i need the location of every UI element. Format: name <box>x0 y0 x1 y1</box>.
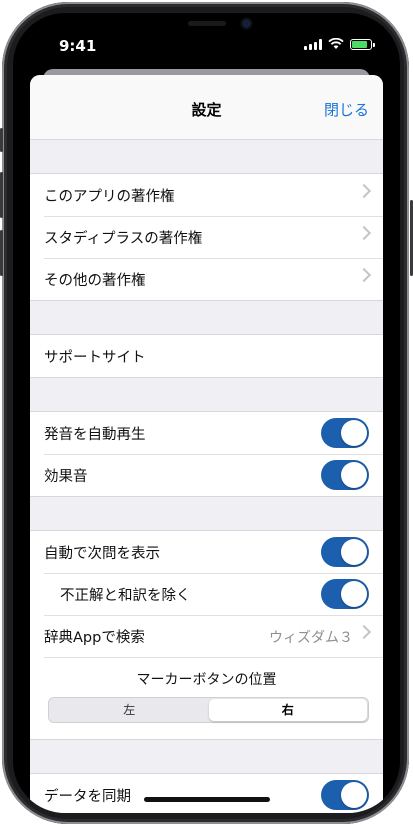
chevron-right-icon <box>356 183 372 199</box>
segment-left[interactable]: 左 <box>50 699 209 721</box>
volume-down-button <box>0 230 3 276</box>
row-label: サポートサイト <box>44 349 146 366</box>
camera-icon <box>242 19 251 28</box>
silent-switch <box>0 128 3 152</box>
support-group: サポートサイト <box>30 334 383 378</box>
copyright-other-row[interactable]: その他の著作権 <box>30 258 383 300</box>
chevron-right-icon <box>356 267 372 283</box>
row-label: 不正解と和訳を除く <box>60 587 191 604</box>
close-button[interactable]: 閉じる <box>324 99 369 120</box>
row-label: 自動で次問を表示 <box>44 545 160 562</box>
chevron-right-icon <box>356 624 372 640</box>
status-time: 9:41 <box>59 37 97 55</box>
settings-sheet: 設定 閉じる このアプリの著作権 スタディプラスの著作権 その他の著作権 サポー… <box>30 75 383 813</box>
screen: 9:41 設定 閉じる このアプリの著作権 スタディプラスの著作権 その他の著作… <box>13 13 400 813</box>
home-indicator[interactable] <box>144 797 270 802</box>
notch <box>109 13 305 43</box>
exclude-toggle[interactable] <box>321 579 369 609</box>
sync-toggle[interactable] <box>321 780 369 810</box>
battery-icon <box>350 38 375 50</box>
signal-icon <box>304 38 322 50</box>
marker-title: マーカーボタンの位置 <box>136 672 277 688</box>
sync-group: データを同期 <box>30 773 383 813</box>
copyright-app-row[interactable]: このアプリの著作権 <box>30 174 383 216</box>
row-label: データを同期 <box>44 788 131 805</box>
auto-next-toggle[interactable] <box>321 537 369 567</box>
marker-segmented-control: 左 右 <box>48 697 369 723</box>
sound-effects-toggle[interactable] <box>321 460 369 490</box>
marker-position-row: マーカーボタンの位置 左 右 <box>30 657 383 739</box>
row-label: 発音を自動再生 <box>44 426 146 443</box>
copyright-studyplus-row[interactable]: スタディプラスの著作権 <box>30 216 383 258</box>
auto-next-row: 自動で次問を表示 <box>30 531 383 573</box>
speaker <box>188 21 226 26</box>
row-label: その他の著作権 <box>44 272 146 289</box>
wifi-icon <box>328 38 344 49</box>
dictionary-value: ウィズダム３ <box>269 630 353 646</box>
dictionary-row[interactable]: 辞典Appで検索 ウィズダム３ <box>30 615 383 657</box>
exclude-row: 不正解と和訳を除く <box>30 573 383 615</box>
row-label: このアプリの著作権 <box>44 188 175 205</box>
nav-bar: 設定 閉じる <box>30 75 383 140</box>
sound-group: 発音を自動再生 効果音 <box>30 411 383 497</box>
row-label: スタディプラスの著作権 <box>44 230 203 247</box>
segment-right[interactable]: 右 <box>208 699 367 721</box>
status-icons <box>304 38 375 50</box>
sound-effects-row: 効果音 <box>30 454 383 496</box>
autoplay-row: 発音を自動再生 <box>30 412 383 454</box>
autoplay-toggle[interactable] <box>321 418 369 448</box>
row-label: 辞典Appで検索 <box>44 629 145 646</box>
support-site-row[interactable]: サポートサイト <box>30 335 383 377</box>
sync-row: データを同期 <box>30 774 383 813</box>
copyright-group: このアプリの著作権 スタディプラスの著作権 その他の著作権 <box>30 173 383 301</box>
volume-up-button <box>0 172 3 218</box>
study-group: 自動で次問を表示 不正解と和訳を除く 辞典Appで検索 ウィズダム３ マーカーボ… <box>30 530 383 740</box>
chevron-right-icon <box>356 225 372 241</box>
row-label: 効果音 <box>44 468 88 485</box>
